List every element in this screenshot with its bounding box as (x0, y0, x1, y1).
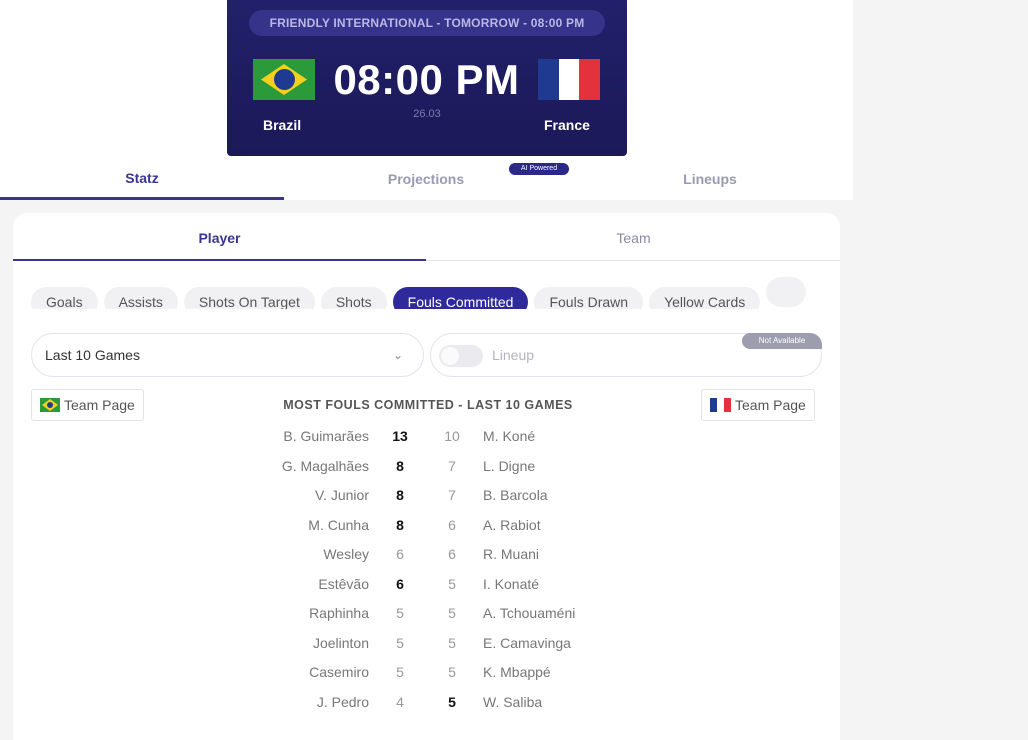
home-player-value: 13 (392, 428, 408, 444)
chip-assists[interactable]: Assists (103, 287, 178, 309)
home-player-value: 8 (396, 487, 404, 503)
home-team-name: Brazil (263, 117, 302, 133)
home-player-name[interactable]: V. Junior (315, 484, 369, 506)
match-card: FRIENDLY INTERNATIONAL - TOMORROW - 08:0… (227, 0, 627, 156)
lineup-filter: Lineup Not Available (430, 333, 822, 377)
tab-statz[interactable]: Statz (0, 158, 284, 200)
france-flag-icon (538, 59, 601, 100)
away-player-name[interactable]: E. Camavinga (483, 632, 571, 654)
away-player-value: 7 (448, 487, 456, 503)
chip-fouls-committed[interactable]: Fouls Committed (392, 287, 529, 309)
chip-goals[interactable]: Goals (31, 287, 98, 309)
away-player-name[interactable]: M. Koné (483, 425, 535, 447)
games-range-select[interactable]: Last 10 Games ⌄ (31, 333, 424, 377)
away-player-value: 10 (444, 428, 460, 444)
away-player-name[interactable]: A. Rabiot (483, 514, 541, 536)
not-available-badge: Not Available (742, 333, 822, 349)
home-player-name[interactable]: B. Guimarães (283, 425, 369, 447)
away-player-name[interactable]: K. Mbappé (483, 661, 551, 683)
home-player-value: 4 (396, 693, 404, 710)
home-player-name[interactable]: Estêvão (318, 573, 369, 595)
tab-player[interactable]: Player (13, 223, 426, 261)
home-player-value: 8 (396, 516, 404, 533)
tab-team[interactable]: Team (427, 223, 840, 261)
main-tabs: Statz Projections Lineups (0, 158, 853, 200)
home-player-name[interactable]: Joelinton (313, 632, 369, 654)
chip-fouls-drawn[interactable]: Fouls Drawn (534, 287, 644, 309)
games-range-value: Last 10 Games (45, 347, 140, 363)
home-player-value: 8 (396, 457, 404, 474)
lineup-label: Lineup (492, 347, 535, 363)
player-row: G. Magalhães 8 7 L. Digne (13, 455, 840, 477)
brazil-flag-icon (40, 398, 60, 412)
player-row: Raphinha 5 5 A. Tchouaméni (13, 602, 840, 624)
chevron-down-icon: ⌄ (392, 348, 403, 362)
match-time: 08:00 PM (333, 56, 520, 103)
player-row: B. Guimarães 13 10 M. Koné (13, 425, 840, 447)
away-team-name: France (544, 117, 590, 133)
away-team-page-label: Team Page (735, 397, 806, 413)
list-title: MOST FOULS COMMITTED - LAST 10 GAMES (283, 398, 573, 412)
away-player-value: 5 (448, 634, 456, 651)
match-date: 26.03 (413, 108, 441, 120)
home-player-name[interactable]: M. Cunha (308, 514, 369, 536)
home-player-value: 6 (396, 546, 404, 562)
stats-card: Player Team Goals Assists Shots On Target S… (13, 213, 840, 740)
home-player-value: 5 (396, 605, 404, 621)
home-player-name[interactable]: Wesley (323, 543, 369, 565)
sub-tabs: Player Team (13, 223, 840, 261)
player-row: J. Pedro 4 5 W. Saliba (13, 691, 840, 713)
away-team-page-button[interactable]: Team Page (701, 389, 815, 421)
home-player-value: 5 (396, 634, 404, 651)
brazil-flag-icon (253, 59, 315, 100)
chip-shots-on-target[interactable]: Shots On Target (183, 287, 315, 309)
away-player-name[interactable]: R. Muani (483, 543, 539, 565)
away-player-value: 6 (448, 516, 456, 533)
france-flag-icon (710, 398, 731, 412)
player-row: Casemiro 5 5 K. Mbappé (13, 661, 840, 683)
home-player-name[interactable]: Raphinha (309, 602, 369, 624)
player-row: M. Cunha 8 6 A. Rabiot (13, 514, 840, 536)
player-row: V. Junior 8 7 B. Barcola (13, 484, 840, 506)
away-player-name[interactable]: L. Digne (483, 455, 535, 477)
tab-lineups[interactable]: Lineups (568, 158, 852, 200)
away-player-value: 5 (448, 605, 456, 621)
chip-more[interactable] (766, 277, 807, 307)
ai-powered-badge: AI Powered (509, 163, 569, 175)
away-player-value: 5 (448, 664, 456, 680)
match-banner: FRIENDLY INTERNATIONAL - TOMORROW - 08:0… (249, 10, 605, 36)
home-player-name[interactable]: G. Magalhães (282, 455, 369, 477)
chip-shots[interactable]: Shots (320, 287, 387, 309)
home-player-value: 5 (396, 664, 404, 680)
player-row: Wesley 6 6 R. Muani (13, 543, 840, 565)
away-player-name[interactable]: W. Saliba (483, 691, 542, 713)
away-player-name[interactable]: A. Tchouaméni (483, 602, 575, 624)
player-row: Estêvão 6 5 I. Konaté (13, 573, 840, 595)
away-player-value: 6 (448, 546, 456, 562)
away-player-value: 7 (448, 457, 456, 474)
chip-yellow-cards[interactable]: Yellow Cards (649, 287, 761, 309)
player-row: Joelinton 5 5 E. Camavinga (13, 632, 840, 654)
home-player-name[interactable]: Casemiro (309, 661, 369, 683)
away-player-value: 5 (448, 693, 456, 710)
home-player-value: 6 (396, 575, 404, 592)
home-player-name[interactable]: J. Pedro (317, 691, 369, 713)
home-team-page-button[interactable]: Team Page (31, 389, 144, 421)
away-player-name[interactable]: B. Barcola (483, 484, 548, 506)
away-player-value: 5 (448, 575, 456, 592)
stat-category-chips: Goals Assists Shots On Target Shots Fouls Co… (31, 277, 840, 309)
home-team-page-label: Team Page (64, 397, 135, 413)
lineup-toggle[interactable] (439, 345, 483, 367)
away-player-name[interactable]: I. Konaté (483, 573, 539, 595)
